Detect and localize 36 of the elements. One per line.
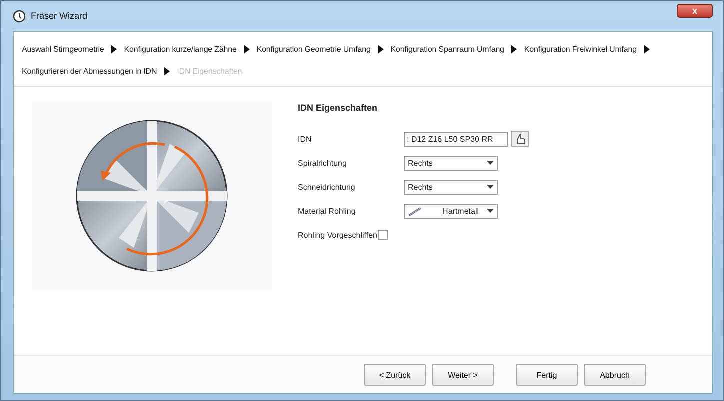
dropdown[interactable]: Hartmetall — [404, 204, 498, 218]
breadcrumb-step[interactable]: Konfiguration Spanraum Umfang — [390, 45, 504, 54]
field-label: Schneidrichtung — [298, 182, 356, 192]
dropdown-arrow-icon — [487, 209, 494, 213]
field-label: Material Rohling — [298, 206, 357, 216]
arrow-icon — [244, 45, 250, 54]
dropdown-arrow-icon — [487, 161, 494, 165]
pick-button[interactable] — [511, 131, 529, 147]
breadcrumb-step[interactable]: Konfiguration Geometrie Umfang — [256, 45, 371, 54]
pencil-icon — [408, 206, 422, 216]
dropdown[interactable]: Rechts — [404, 156, 498, 170]
arrow-icon — [164, 67, 170, 76]
arrow-icon — [511, 45, 518, 54]
section-title: IDN Eigenschaften — [298, 103, 379, 113]
wizard-button[interactable]: Weiter > — [432, 364, 494, 386]
hand-icon — [514, 134, 526, 144]
window-title: Fräser Wizard — [31, 11, 88, 21]
close-button[interactable]: x — [677, 4, 713, 18]
field-label: Rohling Vorgeschliffen — [298, 230, 378, 240]
idn-field[interactable]: : D12 Z16 L50 SP30 RR — [404, 132, 508, 146]
breadcrumb-step[interactable]: Konfiguration kurze/lange Zähne — [124, 45, 237, 54]
field-label: IDN — [298, 134, 313, 144]
field-label: Spiralrichtung — [298, 158, 348, 168]
breadcrumb-step[interactable]: Auswahl Stirngeometrie — [22, 45, 104, 54]
wizard-button[interactable]: Fertig — [516, 364, 578, 386]
checkbox[interactable] — [378, 230, 388, 240]
dropdown-arrow-icon — [487, 185, 494, 189]
breadcrumb-step[interactable]: Konfigurieren der Abmessungen in IDN — [22, 67, 158, 76]
wizard-button[interactable]: < Zurück — [364, 364, 426, 386]
breadcrumb-step[interactable]: Konfiguration Freiwinkel Umfang — [524, 45, 637, 54]
app-icon — [13, 10, 26, 22]
wizard-button[interactable]: Abbruch — [584, 364, 646, 386]
dropdown[interactable]: Rechts — [404, 180, 498, 194]
arrow-icon — [111, 45, 118, 54]
arrow-icon — [378, 45, 384, 54]
arrow-icon — [644, 45, 650, 54]
